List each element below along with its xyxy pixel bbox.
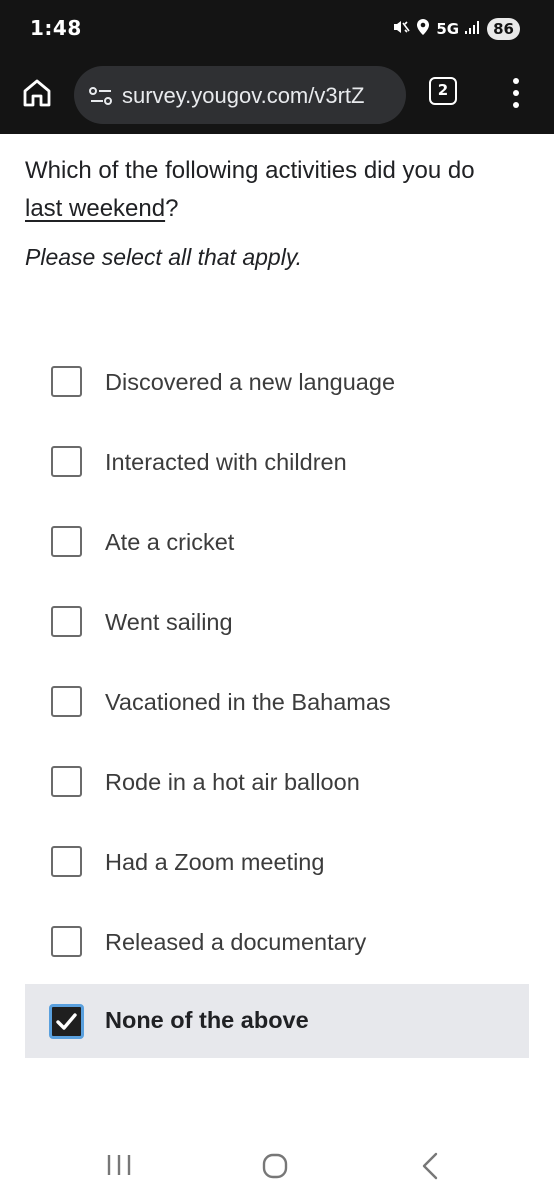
question-part1: Which of the following activities did yo… xyxy=(25,157,475,184)
checkbox[interactable] xyxy=(51,686,82,717)
checkbox[interactable] xyxy=(51,766,82,797)
option-hot-air-balloon[interactable]: Rode in a hot air balloon xyxy=(25,742,529,822)
back-icon[interactable] xyxy=(420,1152,440,1185)
option-label: Went sailing xyxy=(105,609,233,635)
network-label: 5G xyxy=(436,20,460,38)
home-icon[interactable] xyxy=(20,76,54,110)
signal-icon xyxy=(465,19,481,40)
option-vacationed-bahamas[interactable]: Vacationed in the Bahamas xyxy=(25,662,529,742)
question-text: Which of the following activities did yo… xyxy=(25,152,535,228)
option-label: Discovered a new language xyxy=(105,369,396,395)
status-bar: 1:48 5G 86 xyxy=(0,0,554,58)
home-circle-icon[interactable] xyxy=(261,1152,289,1185)
option-label: Ate a cricket xyxy=(105,529,235,555)
checkbox[interactable] xyxy=(51,526,82,557)
tabs-icon[interactable]: 2 xyxy=(429,77,457,105)
system-nav-bar xyxy=(0,1130,554,1200)
option-ate-cricket[interactable]: Ate a cricket xyxy=(25,502,529,582)
option-label: Released a documentary xyxy=(105,929,367,955)
mute-icon xyxy=(392,18,411,41)
address-bar[interactable]: survey.yougov.com/v3rtZ xyxy=(74,66,406,124)
recents-icon[interactable] xyxy=(106,1154,132,1181)
checkbox[interactable] xyxy=(51,926,82,957)
status-time: 1:48 xyxy=(30,16,82,40)
site-info-icon[interactable] xyxy=(88,85,114,107)
location-icon xyxy=(416,18,430,41)
question-end: ? xyxy=(165,195,179,222)
checkbox-checked[interactable] xyxy=(49,1004,84,1039)
option-label: Interacted with children xyxy=(105,449,347,475)
question-underlined: last weekend xyxy=(25,195,166,222)
more-menu-icon[interactable] xyxy=(505,76,527,110)
battery-badge: 86 xyxy=(487,18,520,40)
checkmark-icon xyxy=(56,1013,77,1030)
checkbox[interactable] xyxy=(51,846,82,877)
checkbox[interactable] xyxy=(51,366,82,397)
checkbox[interactable] xyxy=(51,606,82,637)
option-went-sailing[interactable]: Went sailing xyxy=(25,582,529,662)
browser-toolbar: survey.yougov.com/v3rtZ 2 xyxy=(0,58,554,134)
option-none-of-the-above[interactable]: None of the above xyxy=(25,984,529,1058)
option-label: Had a Zoom meeting xyxy=(105,849,325,875)
option-discovered-language[interactable]: Discovered a new language xyxy=(25,342,529,422)
option-zoom-meeting[interactable]: Had a Zoom meeting xyxy=(25,822,529,902)
option-released-documentary[interactable]: Released a documentary xyxy=(25,902,529,982)
option-interacted-children[interactable]: Interacted with children xyxy=(25,422,529,502)
option-label: None of the above xyxy=(105,1007,309,1033)
options-list: Discovered a new language Interacted wit… xyxy=(25,342,529,1058)
instruction-text: Please select all that apply. xyxy=(25,244,303,270)
status-icons: 5G 86 xyxy=(392,15,520,43)
option-label: Vacationed in the Bahamas xyxy=(105,689,391,715)
option-label: Rode in a hot air balloon xyxy=(105,769,360,795)
url-text: survey.yougov.com/v3rtZ xyxy=(122,83,365,108)
checkbox[interactable] xyxy=(51,446,82,477)
